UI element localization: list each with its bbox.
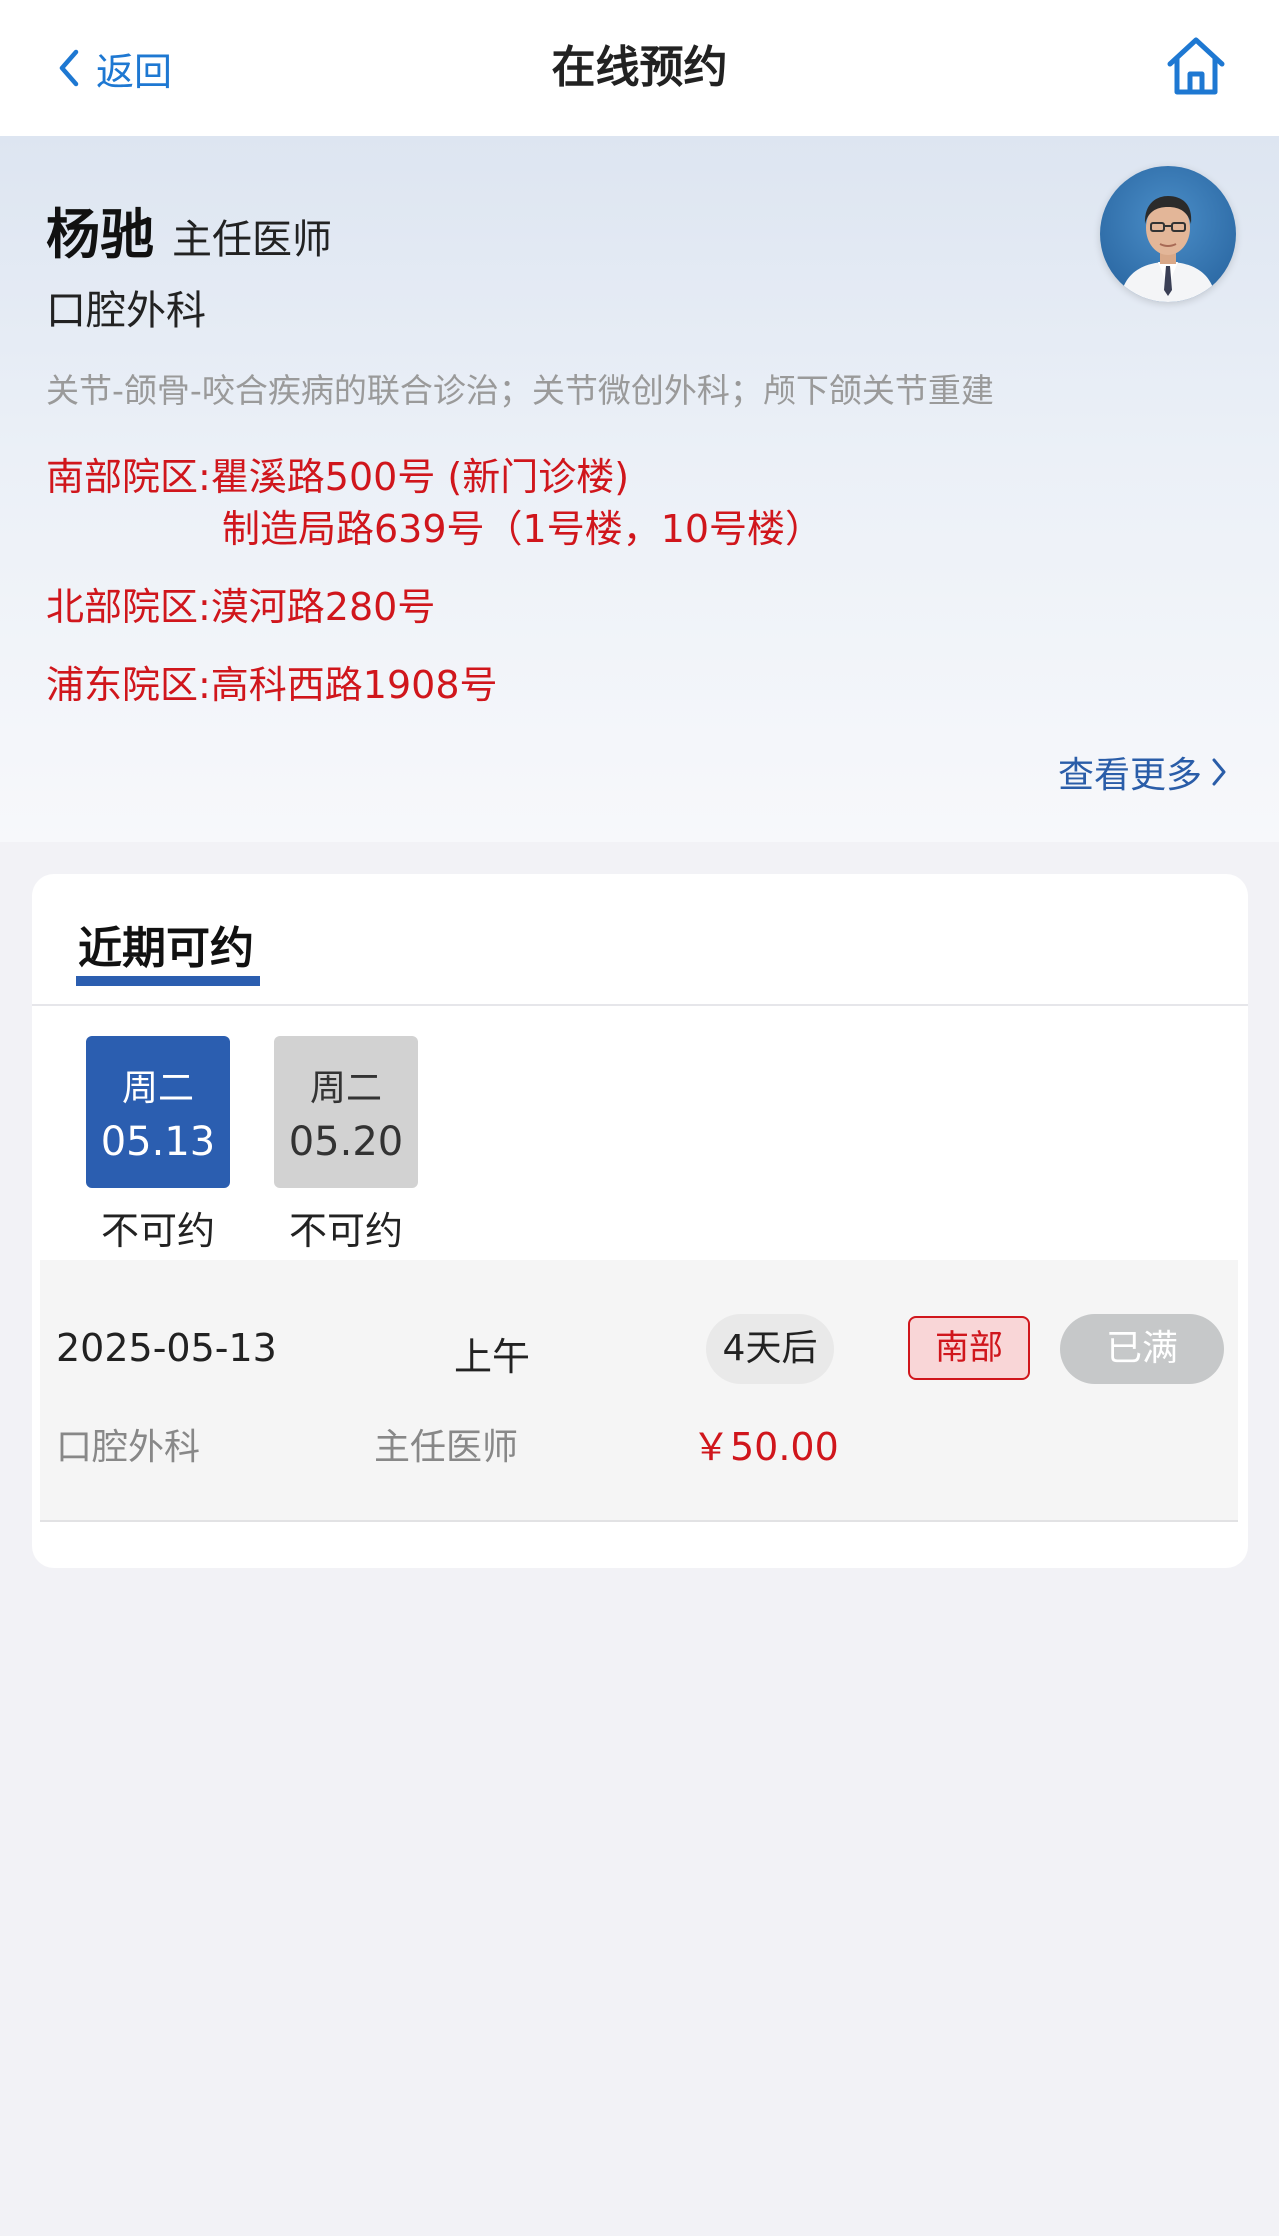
date-value: 05.20 <box>288 1119 404 1165</box>
slot-campus-badge: 南部 <box>908 1316 1030 1380</box>
doctor-department: 口腔外科 <box>46 288 206 334</box>
date-option-0513[interactable]: 周二 05.13 <box>86 1036 230 1188</box>
view-more-link[interactable]: 查看更多 <box>1058 746 1228 798</box>
date-weekday: 周二 <box>121 1068 194 1109</box>
slot-period: 上午 <box>454 1335 531 1379</box>
tab-divider <box>32 1004 1248 1006</box>
slot-department: 口腔外科 <box>56 1427 201 1468</box>
date-status: 不可约 <box>288 1209 403 1253</box>
doctor-title: 主任医师 <box>172 217 332 263</box>
date-option-0520[interactable]: 周二 05.20 <box>274 1036 418 1188</box>
slot-days-until-badge: 4天后 <box>706 1314 834 1384</box>
tab-active-indicator <box>76 976 260 986</box>
address-north: 北部院区:漠河路280号 <box>46 585 436 629</box>
tab-recent-available[interactable]: 近期可约 <box>78 912 254 976</box>
slot-fee: ￥50.00 <box>692 1425 839 1469</box>
date-value: 05.13 <box>100 1119 216 1165</box>
slot-date: 2025-05-13 <box>56 1326 277 1370</box>
view-more-label: 查看更多 <box>1058 755 1203 796</box>
doctor-name-row: 杨驰 主任医师 <box>46 190 332 269</box>
slot-full-button[interactable]: 已满 <box>1060 1314 1224 1384</box>
slot-doctor-rank: 主任医师 <box>374 1427 519 1468</box>
date-status: 不可约 <box>100 1209 215 1253</box>
address-pudong: 浦东院区:高科西路1908号 <box>46 663 498 707</box>
date-weekday: 周二 <box>309 1068 382 1109</box>
doctor-name: 杨驰 <box>46 203 154 266</box>
home-icon[interactable] <box>1164 34 1228 98</box>
page-title: 在线预约 <box>551 42 728 93</box>
doctor-avatar <box>1100 166 1236 302</box>
address-south-1: 南部院区:瞿溪路500号 (新门诊楼) <box>46 455 630 499</box>
address-south-2: 制造局路639号（1号楼，10号楼） <box>222 507 824 551</box>
chevron-right-icon <box>1212 758 1226 786</box>
appointment-slot <box>40 1260 1238 1522</box>
doctor-specialty: 关节-颌骨-咬合疾病的联合诊治；关节微创外科；颅下颌关节重建 <box>46 371 994 410</box>
